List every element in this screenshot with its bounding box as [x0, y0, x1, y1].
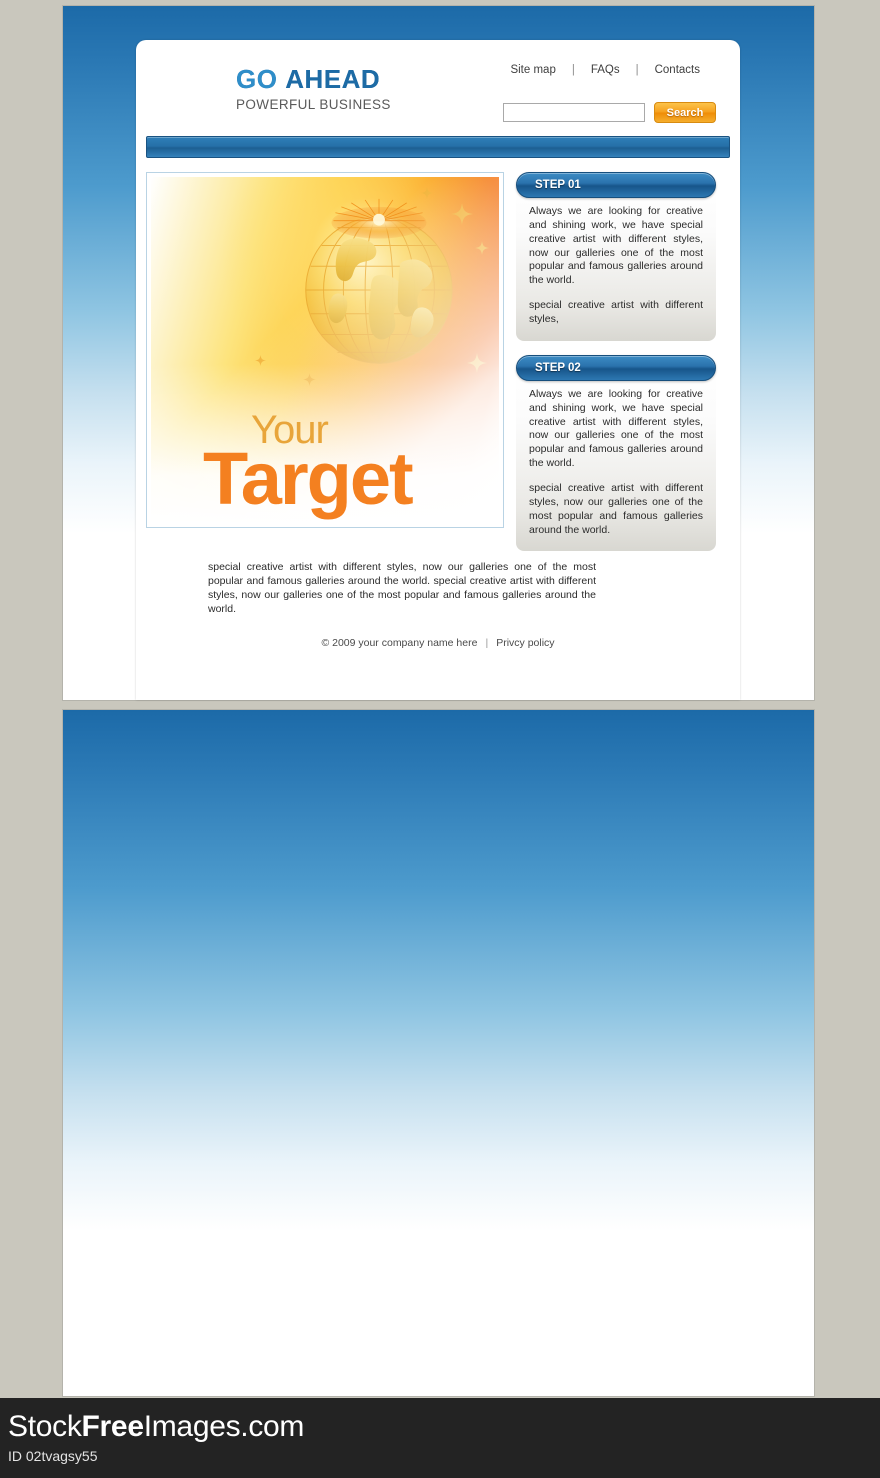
hero-image-frame: Your Target: [146, 172, 504, 528]
footer-top: © 2009 your company name here | Privcy pol…: [136, 617, 740, 649]
watermark-brand-bold: Free: [81, 1410, 144, 1443]
logo[interactable]: GO AHEAD POWERFUL BUSINESS: [236, 64, 391, 112]
search-row: Search: [503, 102, 716, 123]
nav-item-contacts[interactable]: Contacts: [639, 64, 716, 76]
main-navbar[interactable]: [146, 136, 730, 158]
step-02-heading: STEP 02: [516, 354, 716, 381]
step-card-01: STEP 01 Always we are looking for creati…: [516, 172, 716, 341]
watermark-bar: StockFreeImages.com ID 02tvagsy55: [0, 1398, 880, 1478]
logo-text: GO AHEAD: [236, 64, 391, 95]
nav-item-site-map[interactable]: Site map: [494, 64, 571, 76]
nav-item-faqs[interactable]: FAQs: [575, 64, 636, 76]
watermark-brand-suffix: Images.com: [143, 1410, 305, 1443]
search-button[interactable]: Search: [654, 102, 716, 123]
page-top-body: Your Target STEP 01 Always we are lookin…: [136, 158, 740, 552]
watermark-brand: StockFreeImages.com: [0, 1398, 880, 1444]
step-01-body: Always we are looking for creative and s…: [516, 185, 716, 341]
site-header-top: GO AHEAD POWERFUL BUSINESS Site map | FAQs…: [136, 40, 740, 136]
mockup-panel-bottom: GO AHEAD POWERFUL BUSINESS Site map|FAQs…: [63, 710, 814, 1478]
step-01-paragraph-1: Always we are looking for creative and s…: [529, 205, 703, 287]
website-card-top: GO AHEAD POWERFUL BUSINESS Site map | FAQs…: [136, 40, 740, 700]
hero-title-large: Target: [203, 437, 414, 521]
screenshot-root: GO AHEAD POWERFUL BUSINESS Site map | FAQs…: [0, 0, 880, 1478]
step-02-paragraph-2: special creative artist with different s…: [529, 482, 703, 536]
steps-column: STEP 01 Always we are looking for creati…: [516, 172, 716, 552]
step-01-paragraph-2: special creative artist with different s…: [529, 299, 703, 326]
footer-privacy-link[interactable]: Privcy policy: [496, 637, 554, 649]
watermark-image-id: ID 02tvagsy55: [8, 1448, 98, 1464]
intro-paragraph: special creative artist with different s…: [208, 561, 596, 616]
step-02-paragraph-1: Always we are looking for creative and s…: [529, 387, 703, 470]
search-input[interactable]: [503, 103, 645, 122]
logo-ahead: AHEAD: [285, 64, 381, 94]
top-navigation: Site map | FAQs | Contacts: [494, 64, 716, 76]
footer-copyright: © 2009 your company name here: [321, 637, 478, 650]
step-card-02: STEP 02 Always we are looking for creati…: [516, 354, 716, 552]
hero-title-group: Your Target: [203, 410, 414, 521]
logo-tagline: POWERFUL BUSINESS: [236, 97, 391, 112]
watermark-brand-prefix: Stock: [8, 1410, 82, 1443]
hero-artwork: Your Target: [151, 177, 499, 523]
footer-separator: |: [485, 637, 489, 650]
mockup-panel-top: GO AHEAD POWERFUL BUSINESS Site map | FAQs…: [63, 6, 814, 700]
step-01-heading: STEP 01: [516, 172, 716, 198]
logo-go: GO: [236, 64, 278, 94]
step-02-body: Always we are looking for creative and s…: [516, 367, 716, 552]
